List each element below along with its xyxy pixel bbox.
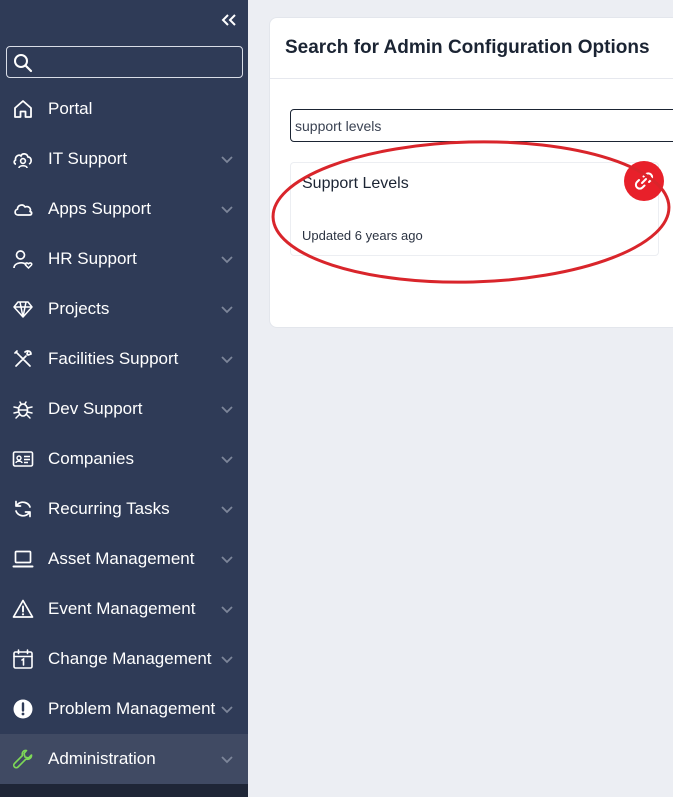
sidebar-item-label: Companies: [48, 449, 134, 468]
chevron-down-icon: [221, 556, 233, 564]
sidebar-item-portal[interactable]: Portal: [0, 84, 248, 134]
sidebar-item-label: Administration: [48, 749, 156, 768]
sidebar-item-label: Dev Support: [48, 399, 143, 418]
result-badge: [624, 161, 664, 201]
warning-icon: [12, 598, 34, 620]
cloud-icon: [12, 198, 34, 220]
sidebar-footer: [0, 784, 248, 797]
chevron-down-icon: [221, 156, 233, 164]
result-title[interactable]: Support Levels: [302, 175, 409, 193]
sidebar-item-label: Facilities Support: [48, 349, 179, 368]
result-updated-time: Updated 6 years ago: [302, 228, 423, 243]
sidebar-search[interactable]: [6, 46, 243, 78]
bug-icon: [12, 398, 34, 420]
sidebar-item-label: Problem Management: [48, 699, 216, 718]
sidebar-item-label: Recurring Tasks: [48, 499, 170, 518]
sidebar-item-label: Asset Management: [48, 549, 195, 568]
config-search-input[interactable]: [295, 110, 673, 141]
chevron-down-icon: [221, 606, 233, 614]
result-card[interactable]: Support Levels Updated 6 years ago: [290, 161, 664, 256]
sidebar-item-label: Portal: [48, 99, 93, 118]
sidebar-item-it-support[interactable]: IT Support: [0, 134, 248, 184]
sidebar-item-administration[interactable]: Administration: [0, 734, 248, 784]
sidebar: Portal IT Support Apps Support HR Suppor…: [0, 0, 248, 797]
sidebar-item-hr-support[interactable]: HR Support: [0, 234, 248, 284]
chevron-down-icon: [221, 256, 233, 264]
it-support-icon: [12, 148, 34, 170]
sidebar-item-asset-management[interactable]: Asset Management: [0, 534, 248, 584]
sidebar-item-dev-support[interactable]: Dev Support: [0, 384, 248, 434]
sidebar-item-label: Event Management: [48, 599, 196, 618]
divider: [270, 78, 673, 79]
sidebar-item-event-management[interactable]: Event Management: [0, 584, 248, 634]
home-icon: [12, 98, 34, 120]
id-card-icon: [12, 448, 34, 470]
hr-person-icon: [12, 248, 34, 270]
sidebar-item-label: Projects: [48, 299, 110, 318]
chevron-down-icon: [221, 456, 233, 464]
sidebar-item-projects[interactable]: Projects: [0, 284, 248, 334]
admin-config-panel: Search for Admin Configuration Options S…: [269, 17, 673, 328]
link-icon: [634, 172, 654, 190]
chevron-down-icon: [221, 706, 233, 714]
sidebar-item-facilities-support[interactable]: Facilities Support: [0, 334, 248, 384]
refresh-icon: [12, 498, 34, 520]
sidebar-item-label: HR Support: [48, 249, 137, 268]
chevron-down-icon: [221, 656, 233, 664]
chevron-down-icon: [221, 306, 233, 314]
sidebar-item-change-management[interactable]: Change Management: [0, 634, 248, 684]
diamond-icon: [12, 298, 34, 320]
chevron-down-icon: [221, 506, 233, 514]
chevron-down-icon: [221, 756, 233, 764]
sidebar-search-input[interactable]: [37, 47, 237, 77]
calendar-icon: [12, 648, 34, 670]
chevron-down-icon: [221, 406, 233, 414]
sidebar-item-apps-support[interactable]: Apps Support: [0, 184, 248, 234]
sidebar-item-problem-management[interactable]: Problem Management: [0, 684, 248, 734]
page-title: Search for Admin Configuration Options: [285, 37, 650, 58]
chevron-down-icon: [221, 206, 233, 214]
wrench-icon: [12, 748, 34, 770]
sidebar-item-recurring-tasks[interactable]: Recurring Tasks: [0, 484, 248, 534]
sidebar-nav: Portal IT Support Apps Support HR Suppor…: [0, 84, 248, 784]
config-search-field[interactable]: [290, 109, 673, 142]
search-icon: [14, 54, 33, 73]
chevron-down-icon: [221, 356, 233, 364]
collapse-sidebar-button[interactable]: [218, 10, 240, 30]
sidebar-item-label: Change Management: [48, 649, 212, 668]
laptop-icon: [12, 548, 34, 570]
sidebar-item-label: Apps Support: [48, 199, 152, 218]
exclamation-circle-icon: [12, 698, 34, 720]
sidebar-item-companies[interactable]: Companies: [0, 434, 248, 484]
double-chevron-left-icon: [221, 14, 236, 26]
tools-icon: [12, 348, 34, 370]
sidebar-item-label: IT Support: [48, 149, 128, 168]
